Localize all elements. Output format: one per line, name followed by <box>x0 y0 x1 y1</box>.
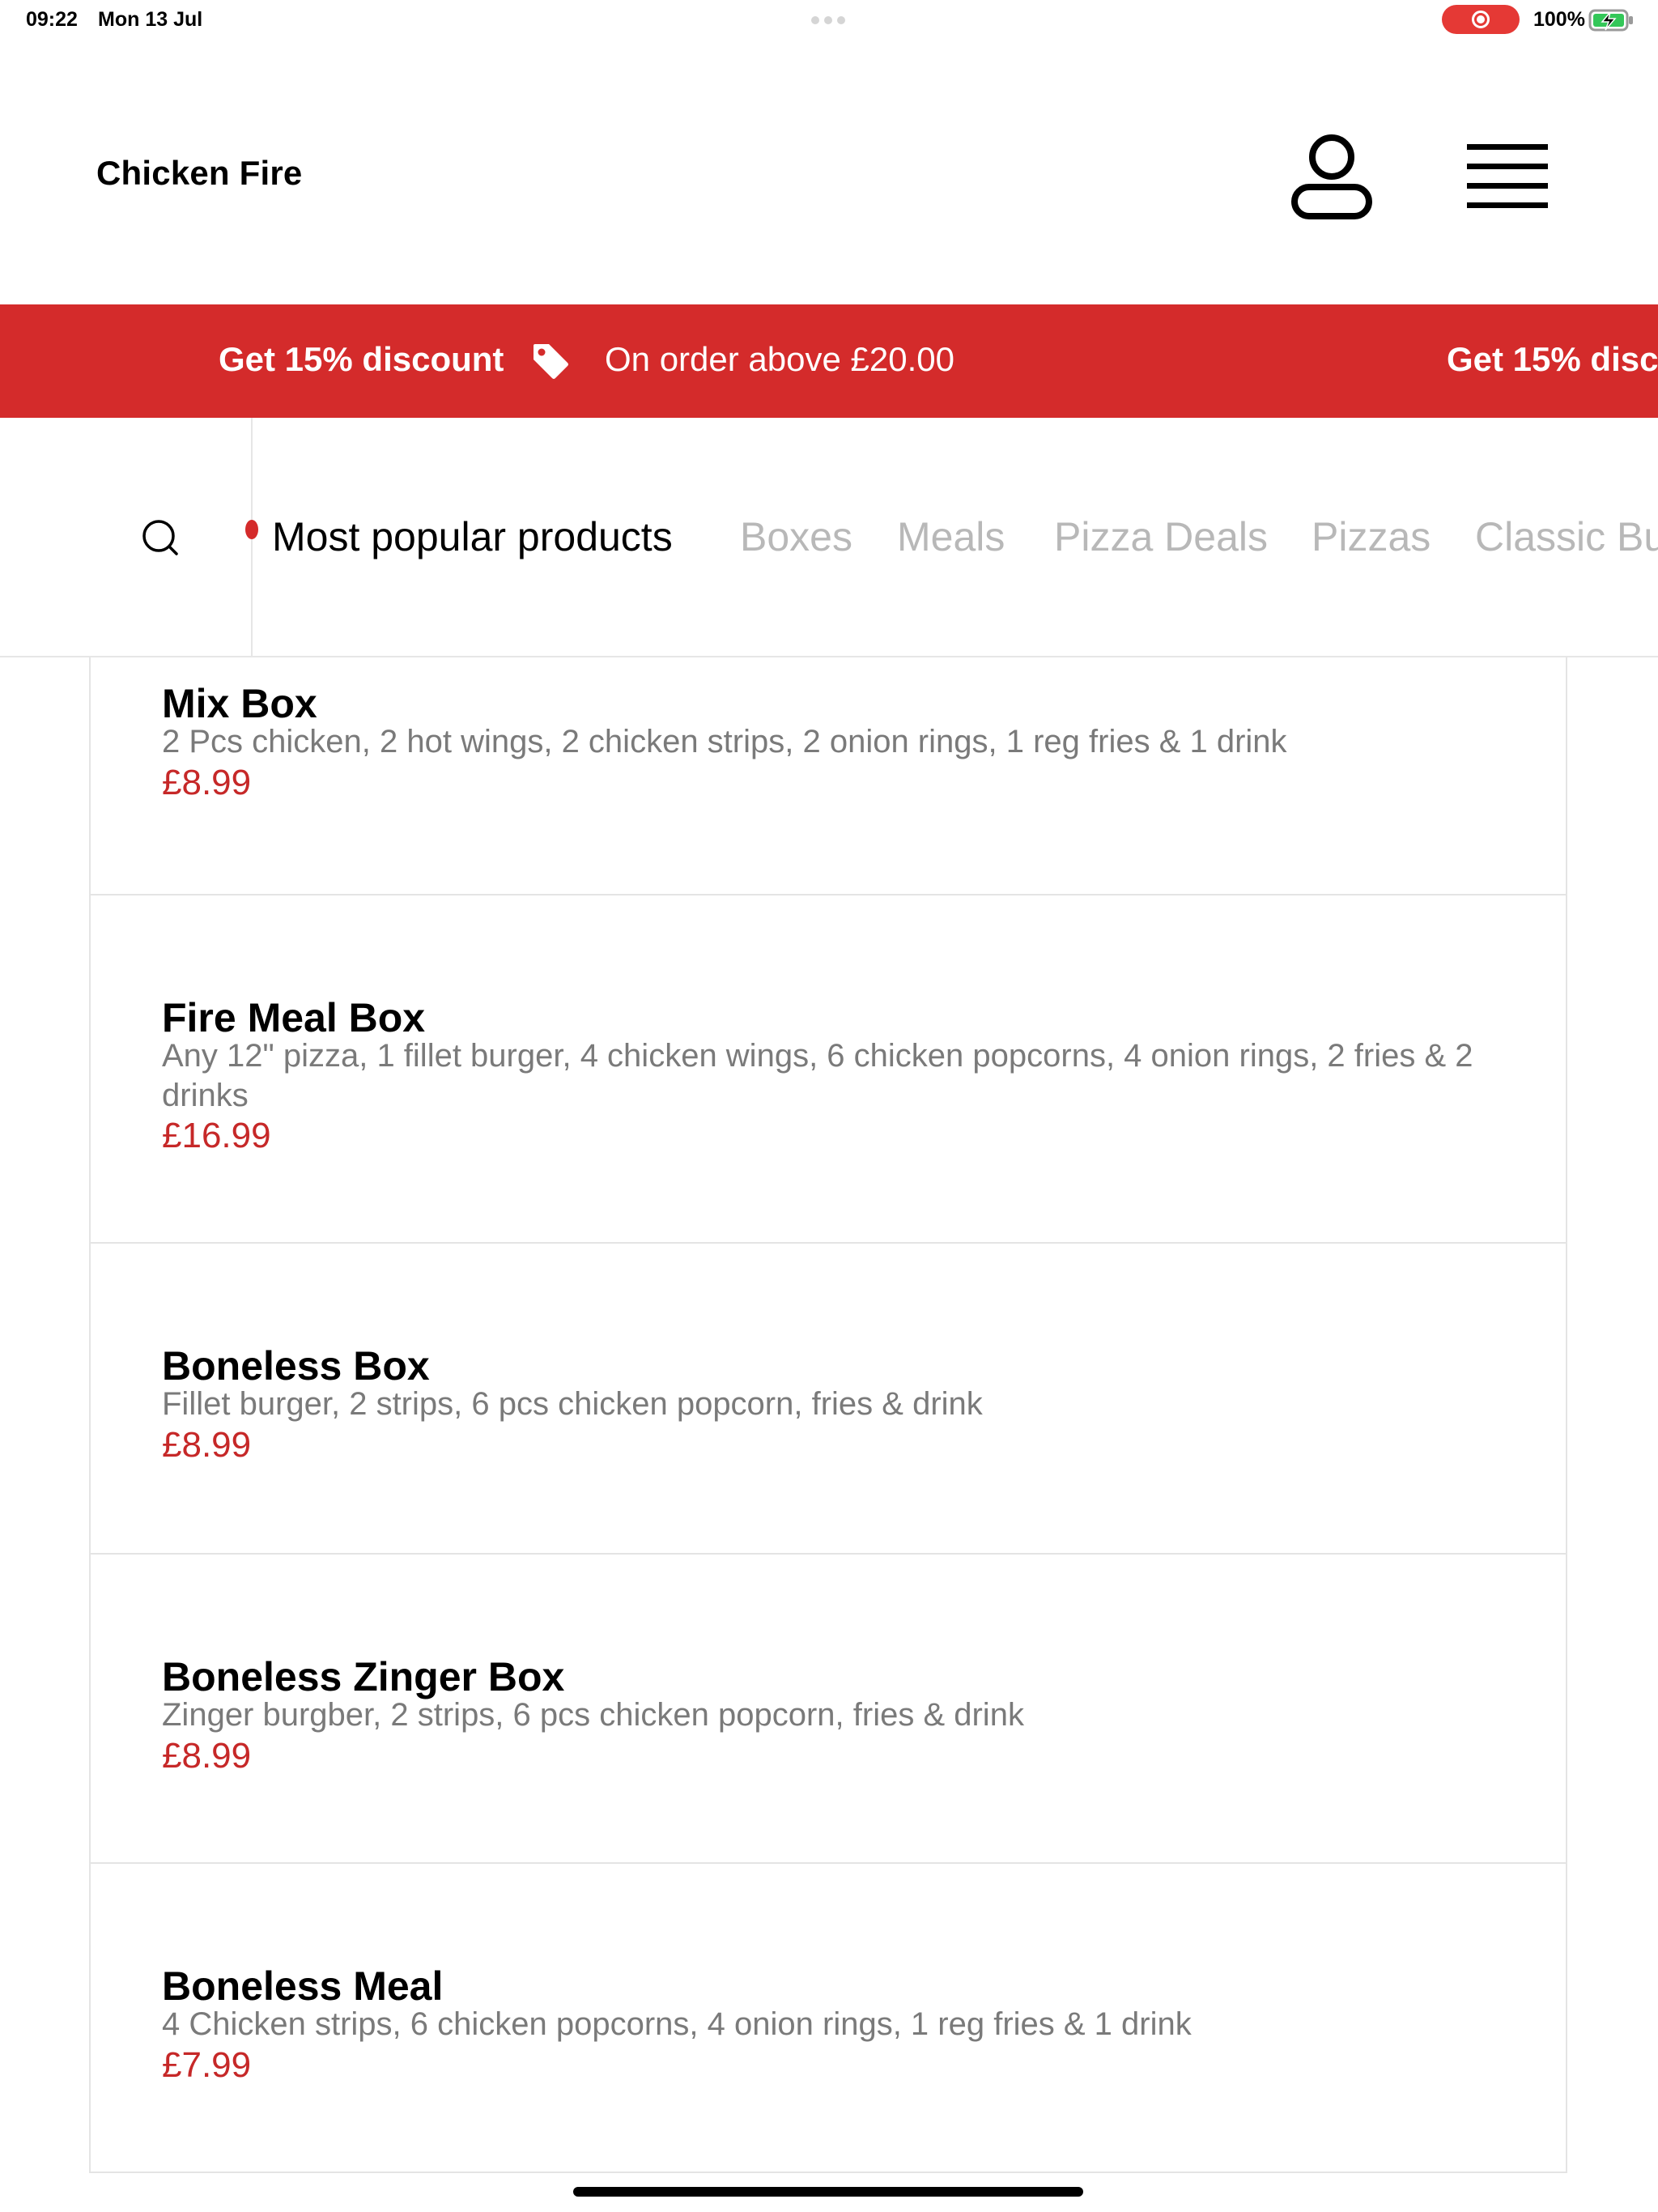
product-description: Any 12" pizza, 1 fillet burger, 4 chicke… <box>162 1038 1473 1113</box>
product-description: Fillet burger, 2 strips, 6 pcs chicken p… <box>162 1386 983 1422</box>
user-icon[interactable] <box>1287 126 1376 223</box>
active-category-marker <box>245 520 258 539</box>
multitasking-dots-icon[interactable] <box>811 16 845 24</box>
battery-percentage: 100% <box>1533 8 1585 31</box>
screen-recording-indicator[interactable] <box>1442 5 1520 34</box>
price-tag-icon <box>534 344 568 379</box>
product-card[interactable]: Fire Meal Box Any 12" pizza, 1 fillet bu… <box>89 895 1567 1244</box>
product-card[interactable]: Mix Box 2 Pcs chicken, 2 hot wings, 2 ch… <box>89 657 1567 895</box>
product-price: £16.99 <box>162 1116 271 1155</box>
tab-pizzas[interactable]: Pizzas <box>1312 513 1431 560</box>
product-name: Boneless Zinger Box <box>162 1654 565 1699</box>
product-name: Fire Meal Box <box>162 995 426 1040</box>
status-time: 09:22 <box>26 8 78 31</box>
product-name: Boneless Meal <box>162 1963 444 2009</box>
product-card[interactable]: Boneless Zinger Box Zinger burgber, 2 st… <box>89 1555 1567 1864</box>
product-price: £7.99 <box>162 2045 252 2085</box>
product-price: £8.99 <box>162 1736 252 1776</box>
product-description: 4 Chicken strips, 6 chicken popcorns, 4 … <box>162 2006 1192 2042</box>
product-price: £8.99 <box>162 763 252 802</box>
product-card[interactable]: Boneless Box Fillet burger, 2 strips, 6 … <box>89 1244 1567 1555</box>
battery-charging-icon <box>1588 9 1633 32</box>
product-card[interactable]: Boneless Meal 4 Chicken strips, 6 chicke… <box>89 1864 1567 2173</box>
status-bar: 09:22 Mon 13 Jul 100% <box>0 0 1658 40</box>
promo-detail: On order above £20.00 <box>605 340 954 378</box>
brand-name[interactable]: Chicken Fire <box>96 154 302 193</box>
category-bar: Most popular products Boxes Meals Pizza … <box>0 418 1658 657</box>
tab-boxes[interactable]: Boxes <box>740 513 852 560</box>
status-date: Mon 13 Jul <box>98 8 203 31</box>
product-description: Zinger burgber, 2 strips, 6 pcs chicken … <box>162 1697 1024 1733</box>
product-name: Mix Box <box>162 681 317 726</box>
hamburger-menu-icon[interactable] <box>1457 130 1558 219</box>
promo-headline-repeat: Get 15% disco <box>1447 340 1658 378</box>
search-icon[interactable] <box>138 515 183 560</box>
product-name: Boneless Box <box>162 1343 430 1389</box>
promo-headline: Get 15% discount <box>219 340 504 378</box>
tab-most-popular-products[interactable]: Most popular products <box>272 513 673 560</box>
app-header: Chicken Fire <box>0 40 1658 304</box>
product-price: £8.99 <box>162 1425 252 1465</box>
tab-classic-burgers[interactable]: Classic Bu <box>1475 513 1658 560</box>
promo-banner: Get 15% discount On order above £20.00 G… <box>0 304 1658 418</box>
tab-pizza-deals[interactable]: Pizza Deals <box>1054 513 1268 560</box>
page: 09:22 Mon 13 Jul 100% Chicken Fire Get 1… <box>0 0 1658 2212</box>
product-description: 2 Pcs chicken, 2 hot wings, 2 chicken st… <box>162 724 1287 759</box>
record-icon <box>1472 11 1490 28</box>
tab-meals[interactable]: Meals <box>897 513 1005 560</box>
home-indicator[interactable] <box>573 2187 1083 2197</box>
